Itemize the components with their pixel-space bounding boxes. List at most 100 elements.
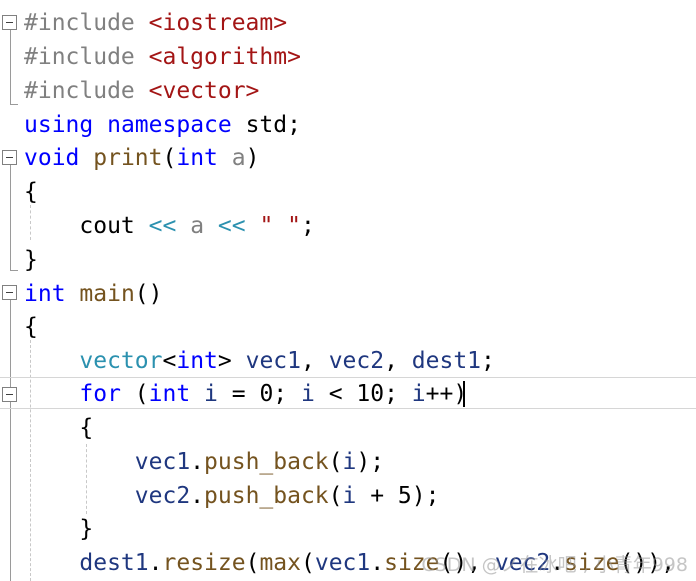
code-token: vec1 <box>245 348 301 374</box>
code-token: > <box>217 348 246 374</box>
code-token: <iostream> <box>148 10 288 36</box>
code-token: vec2 <box>328 348 385 374</box>
code-editor[interactable]: #include <iostream> #include <algorithm>… <box>0 0 696 581</box>
code-line[interactable]: vector<int> vec1, vec2, dest1; <box>0 344 696 378</box>
code-token: #include <box>24 78 149 104</box>
code-line[interactable]: vec2.push_back(i + 5); <box>0 479 696 513</box>
code-token: for <box>79 381 121 407</box>
code-line[interactable]: vec1.push_back(i); <box>0 445 696 479</box>
code-token: i <box>204 381 218 407</box>
code-token: push_back <box>204 483 329 509</box>
code-token: #include <box>24 10 149 36</box>
code-line-text: #include <algorithm> <box>24 42 301 72</box>
code-line[interactable]: int main() <box>0 277 696 311</box>
code-token: } <box>24 516 94 542</box>
code-line-text: { <box>24 413 93 443</box>
code-line-text: vector<int> vec1, vec2, dest1; <box>24 346 495 376</box>
code-token: . <box>148 550 163 576</box>
code-token: namespace <box>107 112 232 138</box>
code-line[interactable]: #include <vector> <box>0 74 696 108</box>
current-code-line[interactable]: for (int i = 0; i < 10; i++) <box>0 377 696 409</box>
code-token: << <box>217 213 246 239</box>
code-token: i <box>342 483 357 509</box>
code-token: } <box>24 247 38 273</box>
code-token: ++) <box>425 381 468 407</box>
code-token: cout <box>24 213 149 239</box>
code-token: < <box>162 348 177 374</box>
code-token: vector <box>79 348 163 374</box>
code-line[interactable]: #include <iostream> <box>0 6 696 40</box>
code-line-text: #include <vector> <box>24 76 259 106</box>
code-token: i <box>411 381 426 407</box>
code-token: i <box>342 449 357 475</box>
code-token: #include <box>24 44 149 70</box>
code-token: . <box>370 550 385 576</box>
code-token: ( <box>328 483 343 509</box>
code-line-text: vec2.push_back(i + 5); <box>24 481 440 511</box>
watermark-text: CSDN @ノ在冰吧 , 小青年998 <box>421 554 688 576</box>
code-token: < 10; <box>314 381 412 407</box>
code-token: max <box>259 550 301 576</box>
code-line[interactable]: } <box>0 512 696 546</box>
code-token: int <box>176 348 218 374</box>
code-token: print <box>93 145 163 171</box>
code-line-text: void print(int a) <box>24 143 259 173</box>
code-token: vec1 <box>314 550 371 576</box>
code-line-text: #include <iostream> <box>24 8 287 38</box>
code-token: { <box>24 179 38 205</box>
code-token: ; <box>481 348 495 374</box>
code-token: a <box>190 213 205 239</box>
code-line-text: } <box>24 514 93 544</box>
code-line[interactable]: cout << a << " "; <box>0 209 696 243</box>
code-token: , <box>300 348 329 374</box>
code-line[interactable]: #include <algorithm> <box>0 40 696 74</box>
code-token: ; <box>301 213 315 239</box>
code-line-text: { <box>24 177 38 207</box>
code-token: ( <box>162 145 177 171</box>
code-line-text: { <box>24 312 38 342</box>
code-token: . <box>190 449 205 475</box>
code-line-text: vec1.push_back(i); <box>24 447 384 477</box>
code-token: << <box>148 213 177 239</box>
code-token: void <box>24 145 80 171</box>
code-line-text: using namespace std; <box>24 110 301 140</box>
code-token: int <box>24 281 66 307</box>
code-line[interactable]: } <box>0 243 696 277</box>
code-token: " " <box>259 213 302 239</box>
code-line-text: for (int i = 0; i < 10; i++) <box>24 379 467 409</box>
code-token: push_back <box>204 449 329 475</box>
code-line[interactable]: { <box>0 175 696 209</box>
code-token: int <box>176 145 218 171</box>
code-token: ( <box>328 449 343 475</box>
code-token: ( <box>245 550 260 576</box>
code-token: ( <box>301 550 315 576</box>
code-token: using <box>24 112 94 138</box>
code-token: . <box>190 483 205 509</box>
code-line[interactable]: { <box>0 411 696 445</box>
code-line[interactable]: using namespace std; <box>0 108 696 142</box>
code-token: a <box>231 145 246 171</box>
code-line-text: int main() <box>24 279 163 309</box>
code-token: dest1 <box>79 550 149 576</box>
code-line[interactable]: { <box>0 310 696 344</box>
code-token: { <box>24 314 38 340</box>
code-line-text: cout << a << " "; <box>24 211 315 241</box>
code-token: ); <box>356 449 385 475</box>
code-line-text: } <box>24 245 38 275</box>
code-line[interactable]: void print(int a) <box>0 141 696 175</box>
code-token: vec1 <box>134 449 191 475</box>
code-token: <vector> <box>148 78 260 104</box>
